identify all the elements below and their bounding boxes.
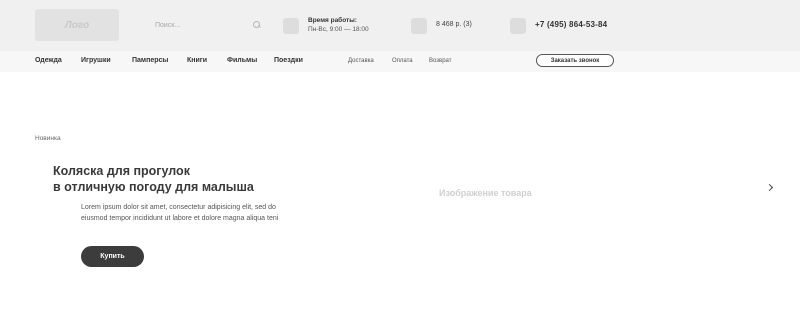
clock-icon (283, 18, 299, 34)
search-icon[interactable] (253, 21, 261, 29)
hero-description: Lorem ipsum dolor sit amet, consectetur … (81, 204, 279, 222)
nav-item-diapers[interactable]: Памперсы (132, 57, 168, 64)
working-hours-title: Время работы: (308, 17, 357, 24)
nav-link-returns[interactable]: Возврат (429, 58, 452, 64)
working-hours: Время работы: Пн-Вс, 9:00 — 18:00 (308, 17, 369, 33)
nav-item-films[interactable]: Фильмы (227, 57, 257, 64)
new-badge: Новинка (35, 135, 61, 142)
phone-icon (510, 18, 526, 34)
nav-link-delivery[interactable]: Доставка (348, 58, 374, 64)
logo[interactable]: Лого (35, 9, 119, 41)
nav-item-clothes[interactable]: Одежда (35, 57, 62, 64)
hero-title: Коляска для прогулок в отличную погоду д… (53, 163, 254, 195)
search-input[interactable]: Поиск... (153, 22, 253, 29)
buy-button[interactable]: Купить (81, 246, 144, 267)
nav-link-payment[interactable]: Оплата (392, 58, 413, 64)
nav-item-toys[interactable]: Игрушки (81, 57, 111, 64)
working-hours-value: Пн-Вс, 9:00 — 18:00 (308, 26, 369, 33)
main-nav: Одежда Игрушки Памперсы Книги Фильмы Пое… (0, 51, 800, 72)
cart-icon[interactable] (411, 18, 427, 34)
product-image-placeholder: Изображение товара (439, 188, 532, 198)
header: Лого Поиск... Время работы: Пн-Вс, 9:00 … (0, 0, 800, 51)
callback-button[interactable]: Заказать звонок (536, 54, 614, 67)
chevron-right-icon[interactable] (766, 183, 776, 193)
nav-item-trips[interactable]: Поездки (274, 57, 303, 64)
search-field[interactable]: Поиск... (153, 16, 261, 34)
cart-summary[interactable]: 8 468 р. (3) (436, 21, 472, 28)
hero-banner: Новинка Коляска для прогулок в отличную … (0, 72, 800, 317)
hero-title-line-1: Коляска для прогулок (53, 164, 190, 178)
hero-title-line-2: в отличную погоду для малыша (53, 180, 254, 194)
phone-number[interactable]: +7 (495) 864-53-84 (535, 20, 607, 29)
nav-item-books[interactable]: Книги (187, 57, 207, 64)
